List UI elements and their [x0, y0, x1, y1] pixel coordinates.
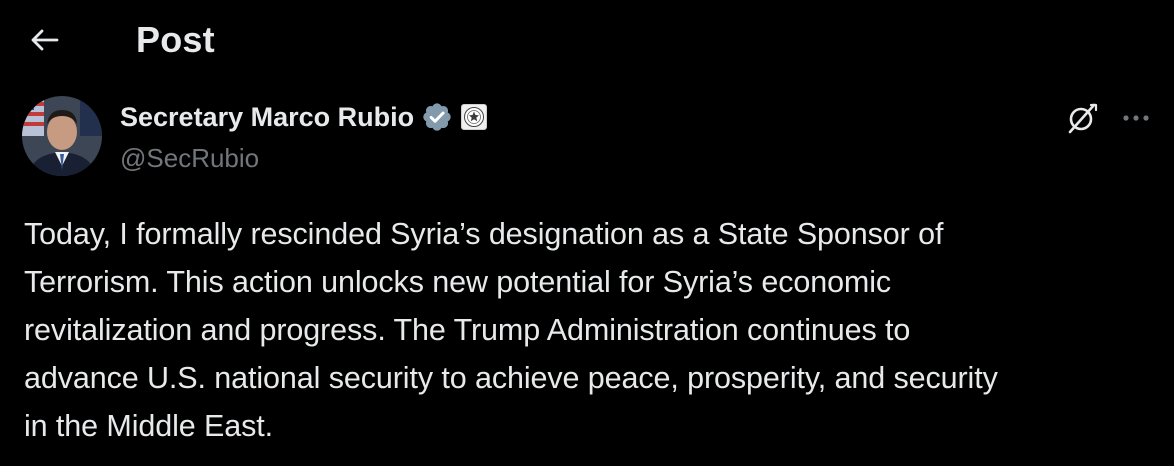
post-text: Today, I formally rescinded Syria’s desi… — [24, 217, 998, 443]
author-display-name[interactable]: Secretary Marco Rubio — [120, 102, 414, 133]
arrow-left-icon — [31, 29, 59, 51]
more-options-button[interactable] — [1116, 100, 1156, 136]
grok-button[interactable] — [1062, 98, 1102, 138]
page-header: Post — [0, 0, 1174, 80]
department-seal-icon[interactable] — [461, 104, 488, 130]
avatar[interactable] — [22, 96, 102, 176]
author-handle[interactable]: @SecRubio — [120, 142, 259, 174]
profile-photo — [22, 96, 102, 176]
page-title: Post — [136, 19, 215, 60]
back-button[interactable] — [22, 18, 66, 62]
author-info: Secretary Marco Rubio — [120, 98, 488, 136]
verified-badge-icon[interactable] — [421, 101, 453, 133]
grok-icon — [1068, 103, 1098, 134]
more-horizontal-icon — [1123, 115, 1149, 121]
